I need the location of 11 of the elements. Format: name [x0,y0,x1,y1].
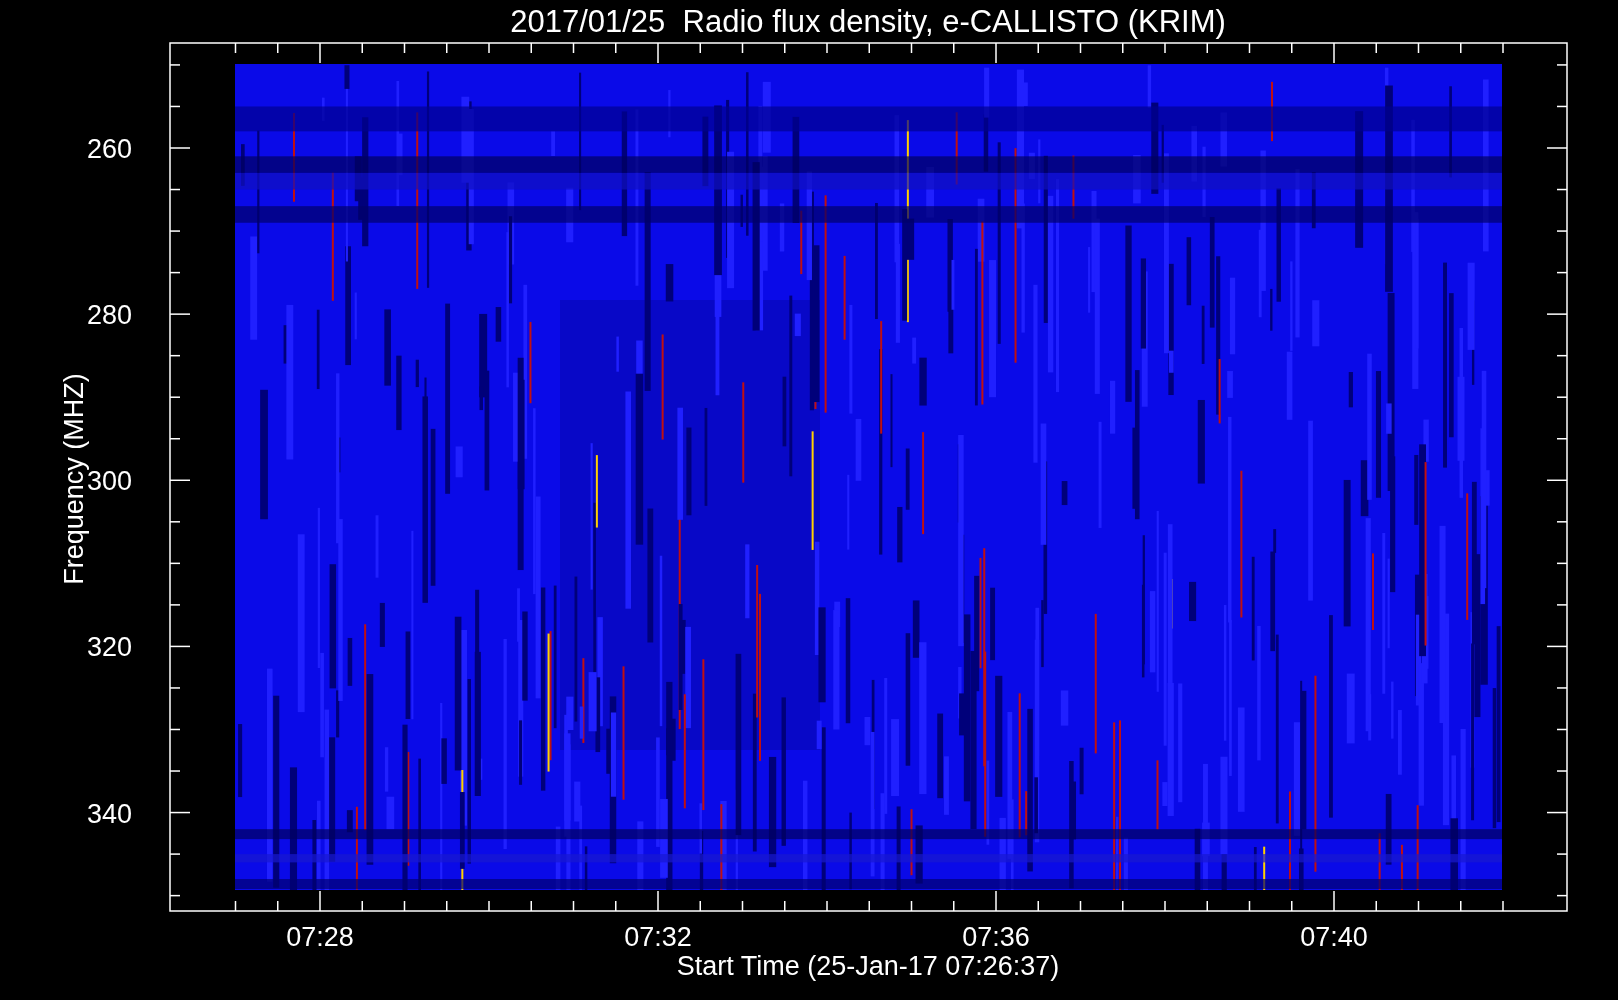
axis-label: Start Time (25-Jan-17 07:26:37) [676,951,1060,981]
tick-label: 07:32 [624,922,692,952]
axis-label: Frequency (MHZ) [59,373,89,585]
chart-title: 2017/01/25 Radio flux density, e-CALLISTO (KRIM) [510,4,1226,39]
tick-label: 07:36 [962,922,1030,952]
tick-label: 320 [86,632,132,663]
tick-label: 280 [86,300,132,331]
tick-label: 260 [86,134,132,164]
tick-label: 07:40 [1300,922,1368,952]
tick-label: 340 [86,798,132,829]
tick-label: 07:28 [286,922,354,952]
